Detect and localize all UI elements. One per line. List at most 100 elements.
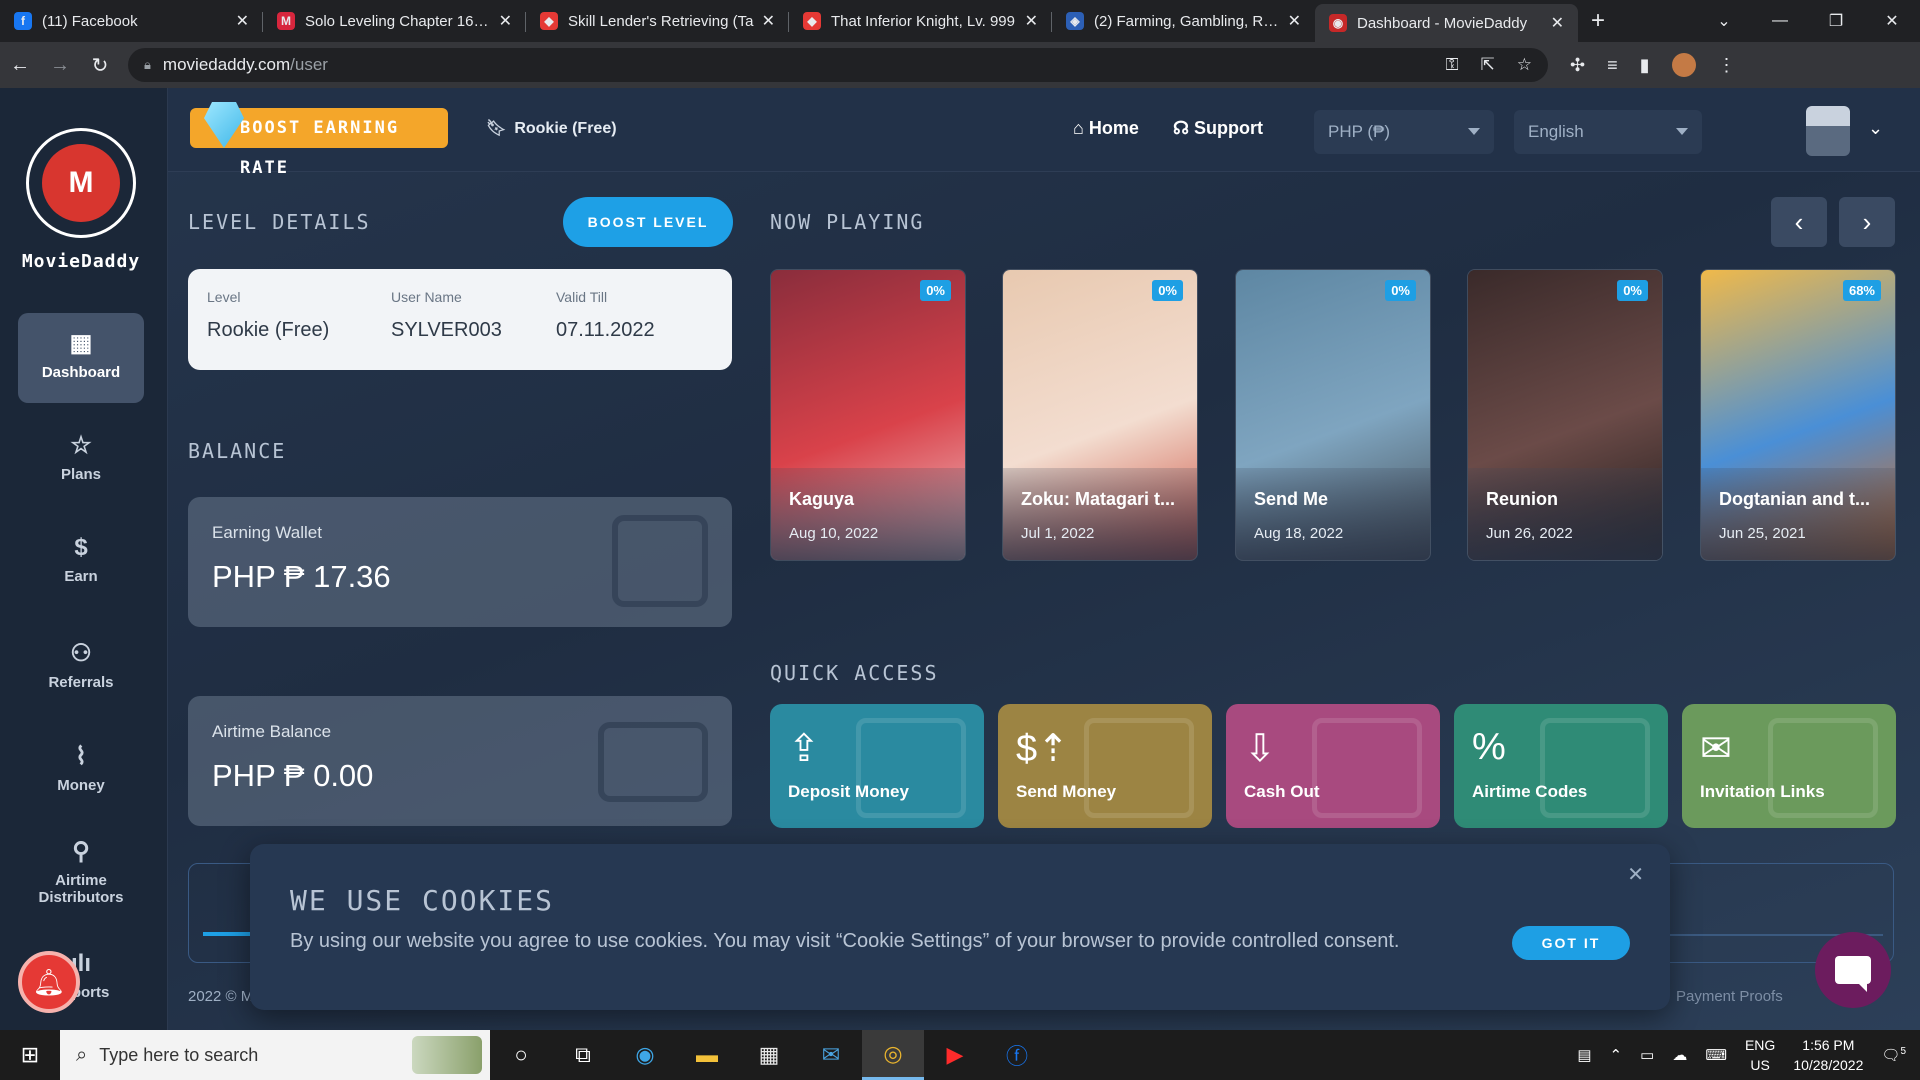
file-explorer-icon[interactable]: ▬ <box>676 1030 738 1080</box>
movie-card[interactable]: 0% Reunion Jun 26, 2022 <box>1467 269 1663 561</box>
sidebar-item-referrals[interactable]: ⚇ Referrals <box>18 639 144 691</box>
currency-select[interactable]: PHP (₱) <box>1314 110 1494 154</box>
search-placeholder: Type here to search <box>99 1044 259 1065</box>
media-queue-icon[interactable]: ≡ <box>1607 55 1618 76</box>
input-language[interactable]: ENG US <box>1745 1035 1775 1075</box>
progress-badge: 0% <box>1152 280 1183 301</box>
mail-icon[interactable]: ✉ <box>800 1030 862 1080</box>
sidebar-item-money[interactable]: ⌇ Money <box>18 742 144 794</box>
onedrive-cloud-icon[interactable]: ☁ <box>1672 1046 1687 1064</box>
moviedaddy-logo[interactable]: M <box>26 128 136 238</box>
sidebar-item-dashboard[interactable]: ▦ Dashboard <box>18 313 144 403</box>
airtime-balance-value: PHP ₱ 0.00 <box>212 758 374 793</box>
reload-icon[interactable]: ↻ <box>80 53 120 78</box>
notification-bell-icon[interactable]: 🔔︎ <box>18 951 80 1013</box>
windows-start-icon[interactable]: ⊞ <box>0 1042 60 1068</box>
wallet-icon <box>612 515 708 607</box>
browser-tab[interactable]: ◆ That Inferior Knight, Lv. 999 ✕ <box>789 0 1052 42</box>
news-icon[interactable]: ▤ <box>1577 1046 1591 1064</box>
browser-tab[interactable]: ◉ Dashboard - MovieDaddy ✕ <box>1315 4 1578 42</box>
task-view-icon[interactable]: ⧉ <box>552 1030 614 1080</box>
carousel-next-button[interactable]: › <box>1839 197 1895 247</box>
share-icon[interactable]: ⇱ <box>1481 55 1495 75</box>
forward-icon[interactable]: → <box>40 54 80 77</box>
tab-title: Solo Leveling Chapter 169 - <box>305 12 491 30</box>
earning-wallet-value: PHP ₱ 17.36 <box>212 559 391 594</box>
currency-value: PHP (₱) <box>1328 122 1391 141</box>
browser-tab[interactable]: ◈ (2) Farming, Gambling, Refe ✕ <box>1052 0 1315 42</box>
notification-count: 5 <box>1900 1046 1906 1057</box>
profile-avatar[interactable] <box>1671 53 1696 77</box>
restore-button[interactable]: ❐ <box>1808 11 1864 31</box>
facebook-icon[interactable]: ⓕ <box>986 1030 1048 1080</box>
close-window-button[interactable]: ✕ <box>1864 11 1920 31</box>
tab-title: (11) Facebook <box>42 12 138 30</box>
boost-earning-rate-button[interactable]: BOOST EARNING RATE <box>190 102 448 178</box>
quick-access-send-money[interactable]: $⇡ Send Money <box>998 704 1212 828</box>
level-key: Level <box>207 289 241 305</box>
battery-icon[interactable]: ▭ <box>1640 1046 1654 1064</box>
boost-earning-rate-label: BOOST EARNING RATE <box>240 118 400 178</box>
minimize-button[interactable]: — <box>1752 12 1808 30</box>
sidebar-item-earn[interactable]: $ Earn <box>18 534 144 585</box>
movie-card[interactable]: 0% Kaguya Aug 10, 2022 <box>770 269 966 561</box>
lock-icon[interactable]: 🔒︎ <box>144 57 151 73</box>
tab-title: Skill Lender's Retrieving (Ta <box>568 12 754 30</box>
account-menu-chevron-icon[interactable]: ⌄ <box>1868 118 1883 139</box>
quick-access-deposit-money[interactable]: ⇪ Deposit Money <box>770 704 984 828</box>
browser-tab[interactable]: f (11) Facebook ✕ <box>0 0 263 42</box>
tab-search-icon[interactable]: ⌄ <box>1696 11 1752 31</box>
movie-card[interactable]: 0% Zoku: Matagari t... Jul 1, 2022 <box>1002 269 1198 561</box>
show-hidden-icons-chevron-icon[interactable]: ⌃ <box>1610 1046 1623 1064</box>
poster-overlay <box>1468 468 1662 560</box>
microsoft-store-icon[interactable]: ▦ <box>738 1030 800 1080</box>
quick-access-cash-out[interactable]: ⇩ Cash Out <box>1226 704 1440 828</box>
youtube-icon[interactable]: ▶ <box>924 1030 986 1080</box>
sidebar-item-plans[interactable]: ☆ Plans <box>18 431 144 483</box>
active-tab-indicator <box>203 932 253 936</box>
quick-access-invitation-links[interactable]: ✉ Invitation Links <box>1682 704 1896 828</box>
movie-card[interactable]: 0% Send Me Aug 18, 2022 <box>1235 269 1431 561</box>
boost-level-button[interactable]: BOOST LEVEL <box>563 197 733 247</box>
movie-date: Aug 18, 2022 <box>1254 525 1344 542</box>
close-tab-icon[interactable]: ✕ <box>499 11 512 31</box>
notification-center-icon[interactable]: 🗨︎5 <box>1881 1046 1906 1064</box>
close-icon[interactable]: ✕ <box>1627 862 1644 887</box>
movie-card[interactable]: 68% Dogtanian and t... Jun 25, 2021 <box>1700 269 1896 561</box>
back-icon[interactable]: ← <box>0 54 40 77</box>
close-tab-icon[interactable]: ✕ <box>1551 13 1564 33</box>
got-it-button[interactable]: GOT IT <box>1512 926 1630 960</box>
payment-proofs-link[interactable]: Payment Proofs <box>1676 988 1783 1005</box>
browser-tab[interactable]: M Solo Leveling Chapter 169 - ✕ <box>263 0 526 42</box>
new-tab-button[interactable]: + <box>1578 0 1618 42</box>
close-tab-icon[interactable]: ✕ <box>762 11 775 31</box>
carousel-prev-button[interactable]: ‹ <box>1771 197 1827 247</box>
bookmark-star-icon[interactable]: ☆ <box>1517 55 1532 75</box>
browser-tab[interactable]: ◆ Skill Lender's Retrieving (Ta ✕ <box>526 0 789 42</box>
bookmark-icon: 🔖︎ <box>486 120 507 137</box>
chrome-icon[interactable]: ◎ <box>862 1030 924 1080</box>
quick-access-label: Cash Out <box>1244 782 1320 801</box>
keyboard-icon[interactable]: ⌨ <box>1705 1046 1727 1064</box>
sidebar-item-label: Referrals <box>48 674 114 691</box>
support-link[interactable]: ☊ Support <box>1173 118 1263 139</box>
taskbar-search-box[interactable]: ⌕ Type here to search <box>60 1030 490 1080</box>
key-icon[interactable]: ⚿ <box>1446 55 1459 75</box>
edge-icon[interactable]: ◉ <box>614 1030 676 1080</box>
quick-access-heading: QUICK ACCESS <box>770 661 939 685</box>
quick-access-airtime-codes[interactable]: % Airtime Codes <box>1454 704 1668 828</box>
extensions-icon[interactable]: ✣ <box>1570 55 1585 76</box>
side-panel-icon[interactable]: ▮ <box>1640 55 1650 76</box>
chat-button[interactable] <box>1815 932 1891 1008</box>
close-tab-icon[interactable]: ✕ <box>1025 11 1038 31</box>
clock[interactable]: 1:56 PM 10/28/2022 <box>1793 1035 1863 1075</box>
close-tab-icon[interactable]: ✕ <box>1288 11 1301 31</box>
sidebar-item-airtime-distributors[interactable]: ⚲ Airtime Distributors <box>18 837 144 906</box>
cortana-icon[interactable]: ○ <box>490 1030 552 1080</box>
close-tab-icon[interactable]: ✕ <box>236 11 249 31</box>
home-link[interactable]: ⌂ Home <box>1073 118 1139 139</box>
browser-menu-icon[interactable]: ⋮ <box>1718 55 1736 76</box>
url-field[interactable]: 🔒︎ moviedaddy.com /user ⚿ ⇱ ☆ <box>128 48 1548 82</box>
language-select[interactable]: English <box>1514 110 1702 154</box>
user-avatar[interactable] <box>1806 106 1850 156</box>
